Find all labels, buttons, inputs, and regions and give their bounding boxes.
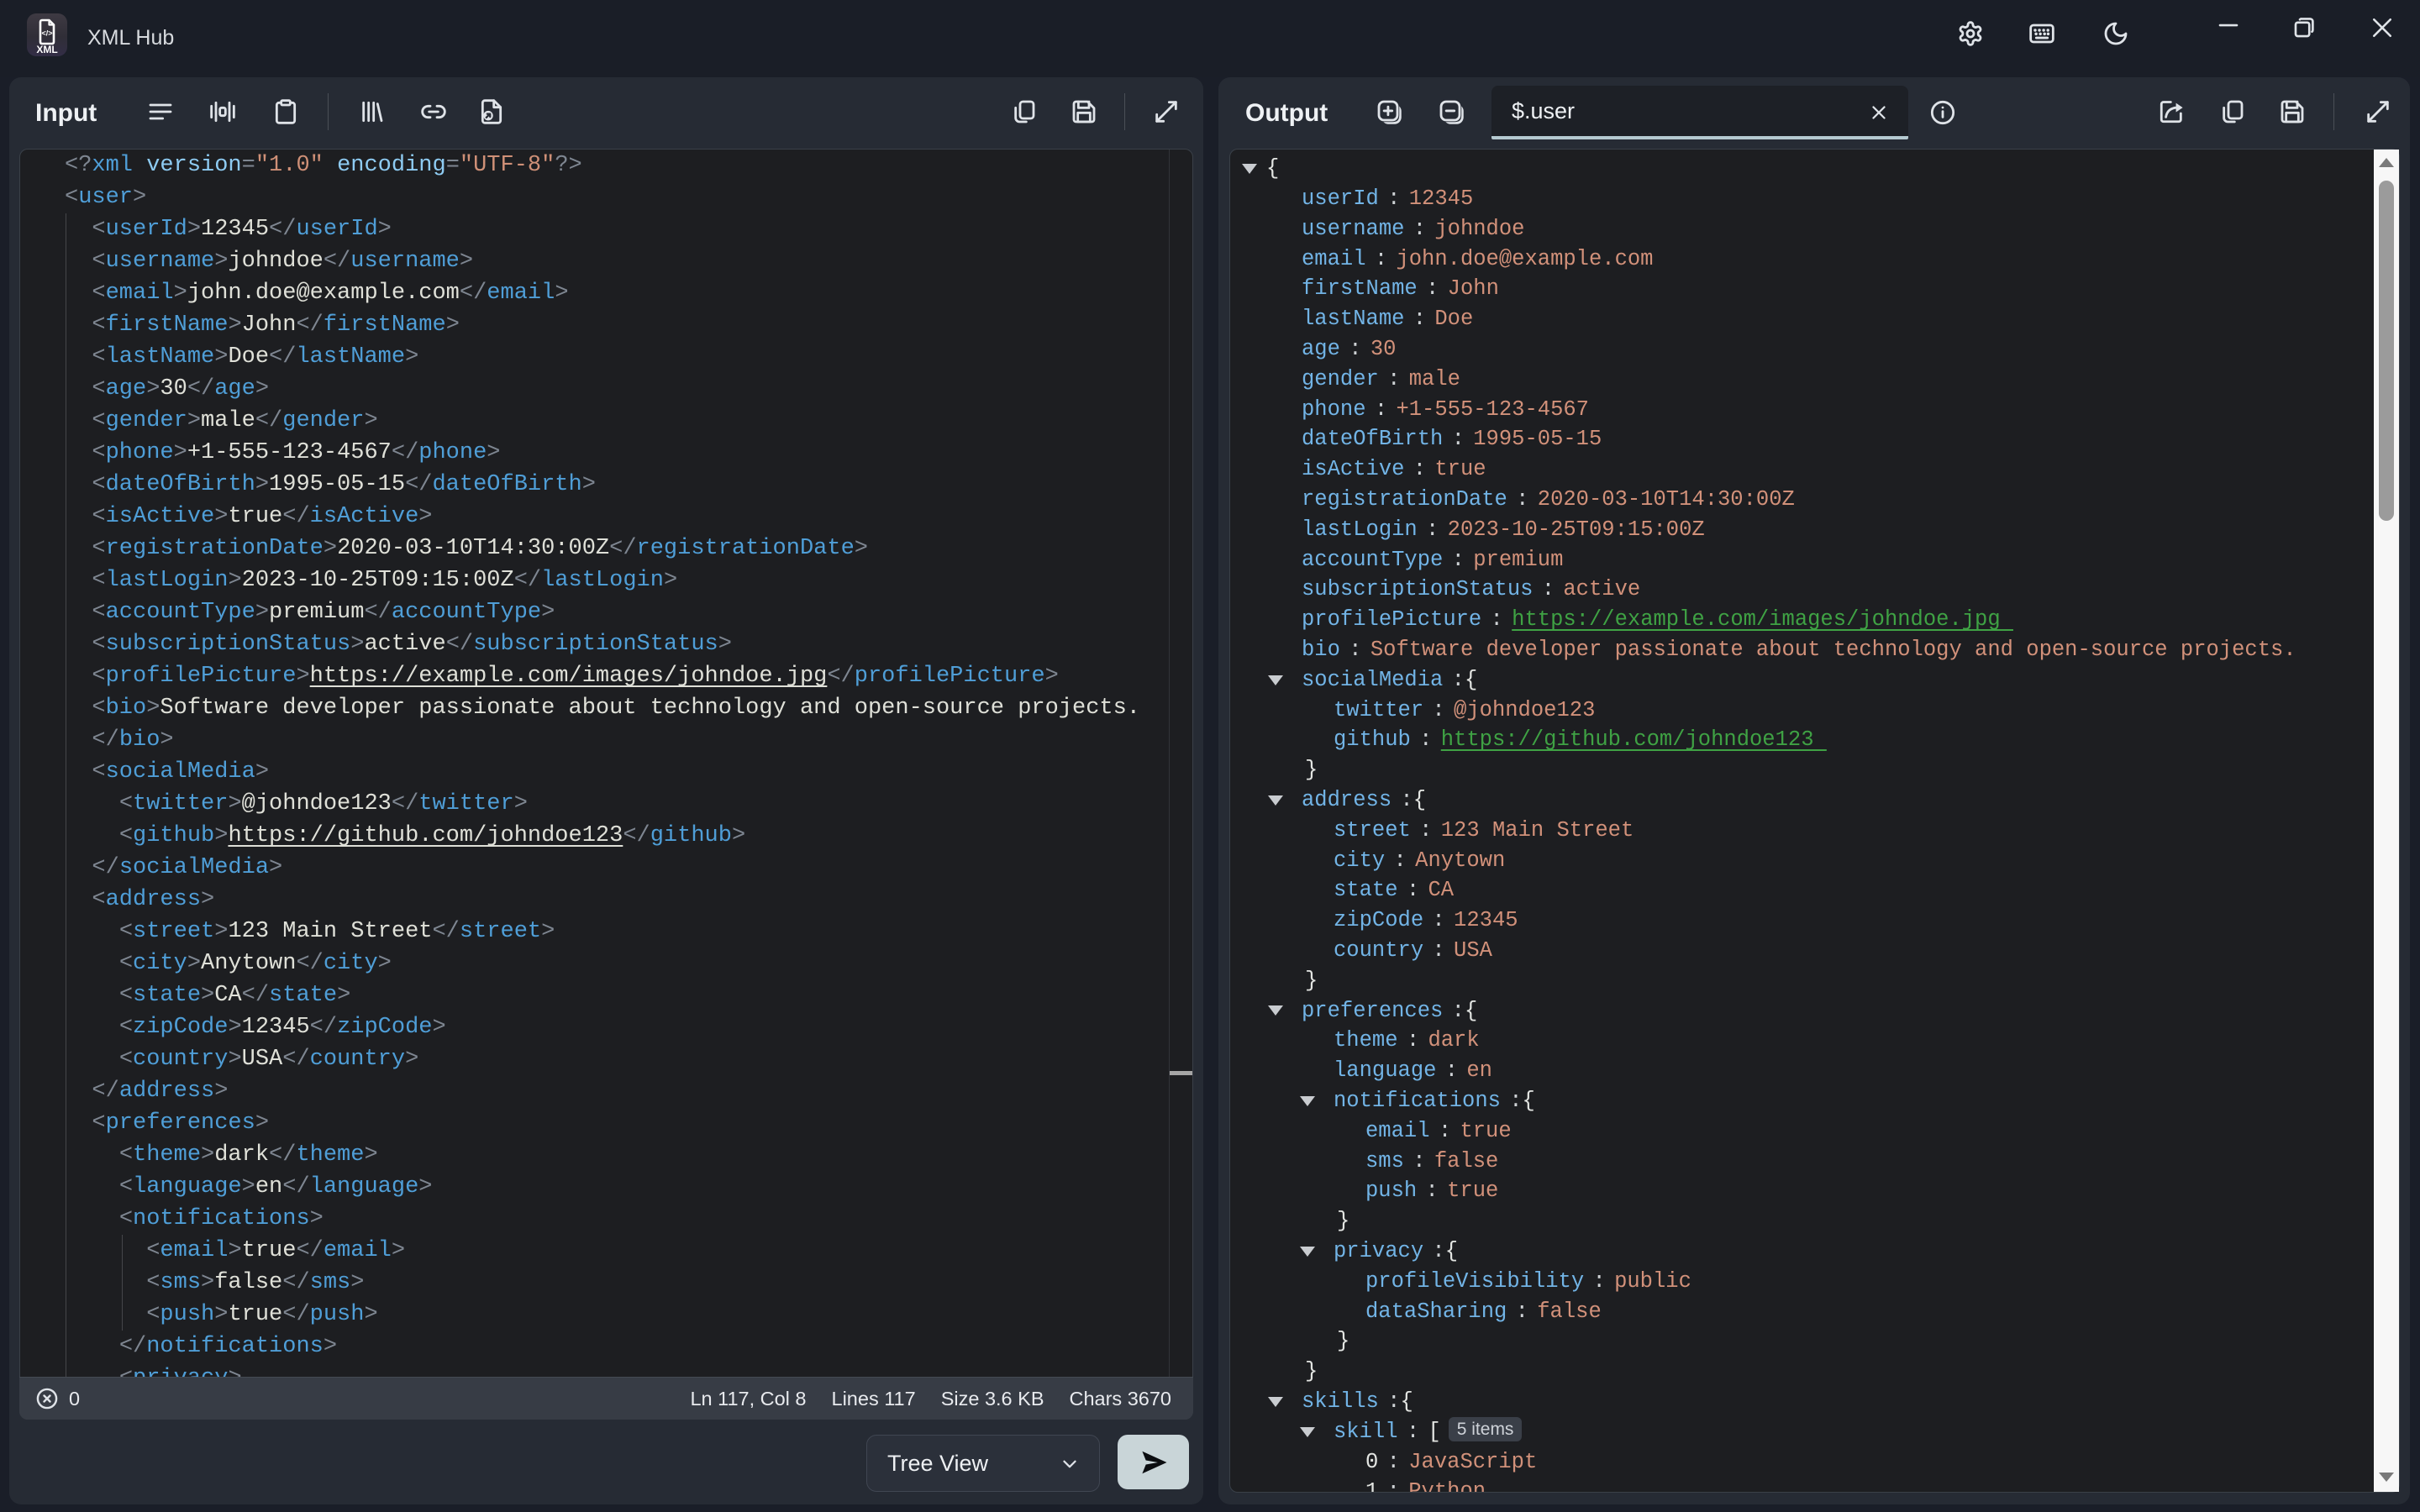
svg-text:XML: XML: [36, 44, 57, 55]
svg-text:</>: </>: [41, 29, 52, 38]
